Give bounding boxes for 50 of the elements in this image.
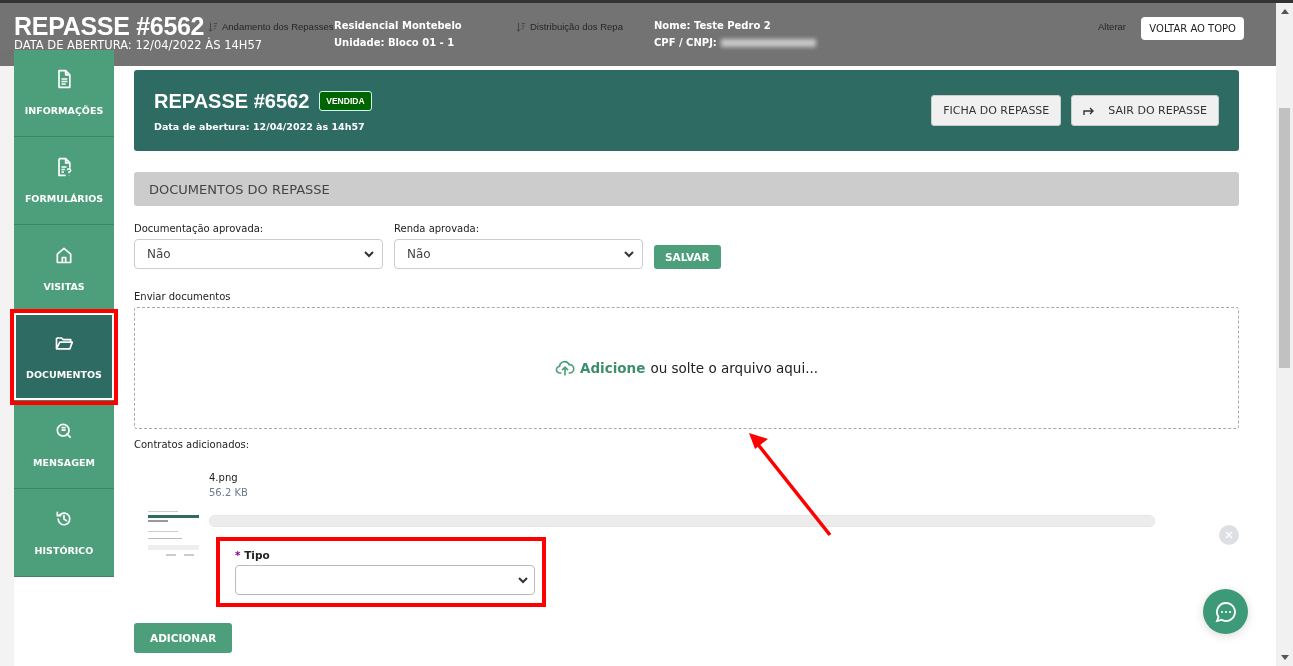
detail-label: Unidade: (334, 37, 386, 48)
select-field[interactable]: Não (134, 239, 383, 269)
opening-date: DATA DE ABERTURA: 12/04/2022 ÀS 14H57 (14, 39, 263, 52)
field-label: Documentação aprovada: (134, 223, 265, 234)
detail-label: Nome: (654, 20, 692, 31)
detail-label: Residencial Montebelo (334, 20, 462, 31)
upload-dropzone[interactable]: Adicione ou solte o arquivo aqui... (134, 307, 1239, 429)
save-button[interactable]: SALVAR (654, 245, 721, 269)
chevron-down-icon (364, 249, 374, 259)
share-arrow-icon (1083, 106, 1095, 115)
nav-link[interactable]: Andamento dos Repasses (222, 21, 334, 32)
field-label: * Tipo (235, 549, 271, 561)
field-label: Contratos adicionados: (134, 439, 251, 450)
opening-date: Data de abertura: 12/04/2022 às 14h57 (154, 120, 366, 132)
detail-label: CPF / CNPJ: (654, 37, 717, 48)
field-label: Renda aprovada: (394, 223, 481, 234)
header-button[interactable]: FICHA DO REPASSE (931, 95, 1062, 126)
file-name: 4.png (209, 472, 239, 483)
history-icon (54, 509, 74, 529)
upload-link[interactable]: Adicione (579, 360, 646, 376)
close-icon (1225, 531, 1233, 539)
section-header: DOCUMENTOS DO REPASSE (134, 172, 1239, 206)
card-title: REPASSE #6562 (154, 89, 310, 113)
page-title: REPASSE #6562 (14, 12, 205, 40)
file-size: 56.2 KB (209, 487, 249, 498)
sidebar-item[interactable]: INFORMAÇÕES (14, 50, 114, 137)
status-badge: VENDIDA (319, 91, 372, 111)
upload-cloud-icon (554, 358, 575, 378)
detail-value: Bloco 01 - 1 (388, 37, 455, 48)
dropzone-text: ou solte o arquivo aqui... (650, 360, 818, 376)
chevron-down-icon (518, 575, 528, 585)
chat-button[interactable] (1203, 589, 1248, 634)
scrollbar-thumb[interactable] (1279, 108, 1290, 368)
add-button[interactable]: ADICIONAR (134, 623, 233, 653)
sort-icon (516, 21, 526, 32)
sort-icon (208, 21, 218, 32)
home-icon (54, 245, 74, 265)
scroll-up-icon[interactable] (1280, 9, 1289, 14)
chat-bubble-icon (1214, 600, 1237, 623)
scroll-down-icon[interactable] (1280, 655, 1289, 660)
select-field[interactable]: Não (394, 239, 643, 269)
chat-search-icon (54, 421, 74, 441)
nav-link[interactable]: Distribuição dos Repa (530, 21, 623, 32)
back-to-top-button[interactable]: VOLTAR AO TOPO (1141, 17, 1244, 40)
nav-link[interactable]: Alterar (1098, 21, 1126, 32)
select-field[interactable] (235, 565, 535, 595)
chevron-down-icon (624, 249, 634, 259)
field-label: Enviar documentos (134, 291, 232, 302)
header-button[interactable]: SAIR DO REPASSE (1071, 95, 1219, 126)
detail-value: Teste Pedro 2 (693, 20, 771, 31)
